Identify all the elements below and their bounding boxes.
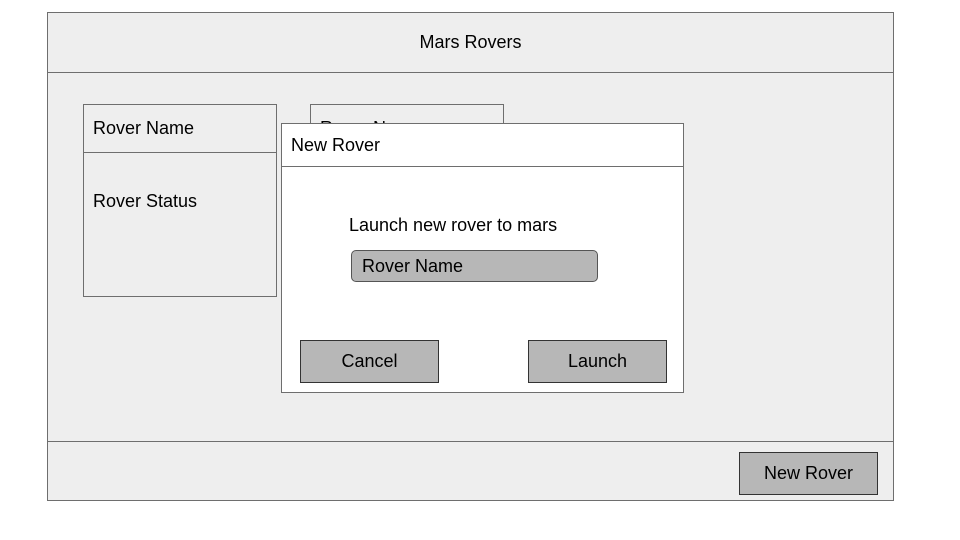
rover-card-name: Rover Name [84,105,276,153]
page-title: Mars Rovers [419,32,522,52]
rover-card[interactable]: Rover Name Rover Status [83,104,277,297]
launch-button[interactable]: Launch [528,340,667,383]
rover-name-input[interactable] [351,250,598,282]
dialog-message: Launch new rover to mars [349,215,558,235]
new-rover-dialog: New Rover Launch new rover to mars Cance… [281,123,684,393]
cancel-button[interactable]: Cancel [300,340,439,383]
app-footer: New Rover [48,441,893,500]
new-rover-button[interactable]: New Rover [739,452,878,495]
rover-card-status: Rover Status [93,191,198,211]
app-header: Mars Rovers [48,13,893,73]
dialog-title: New Rover [282,124,683,167]
